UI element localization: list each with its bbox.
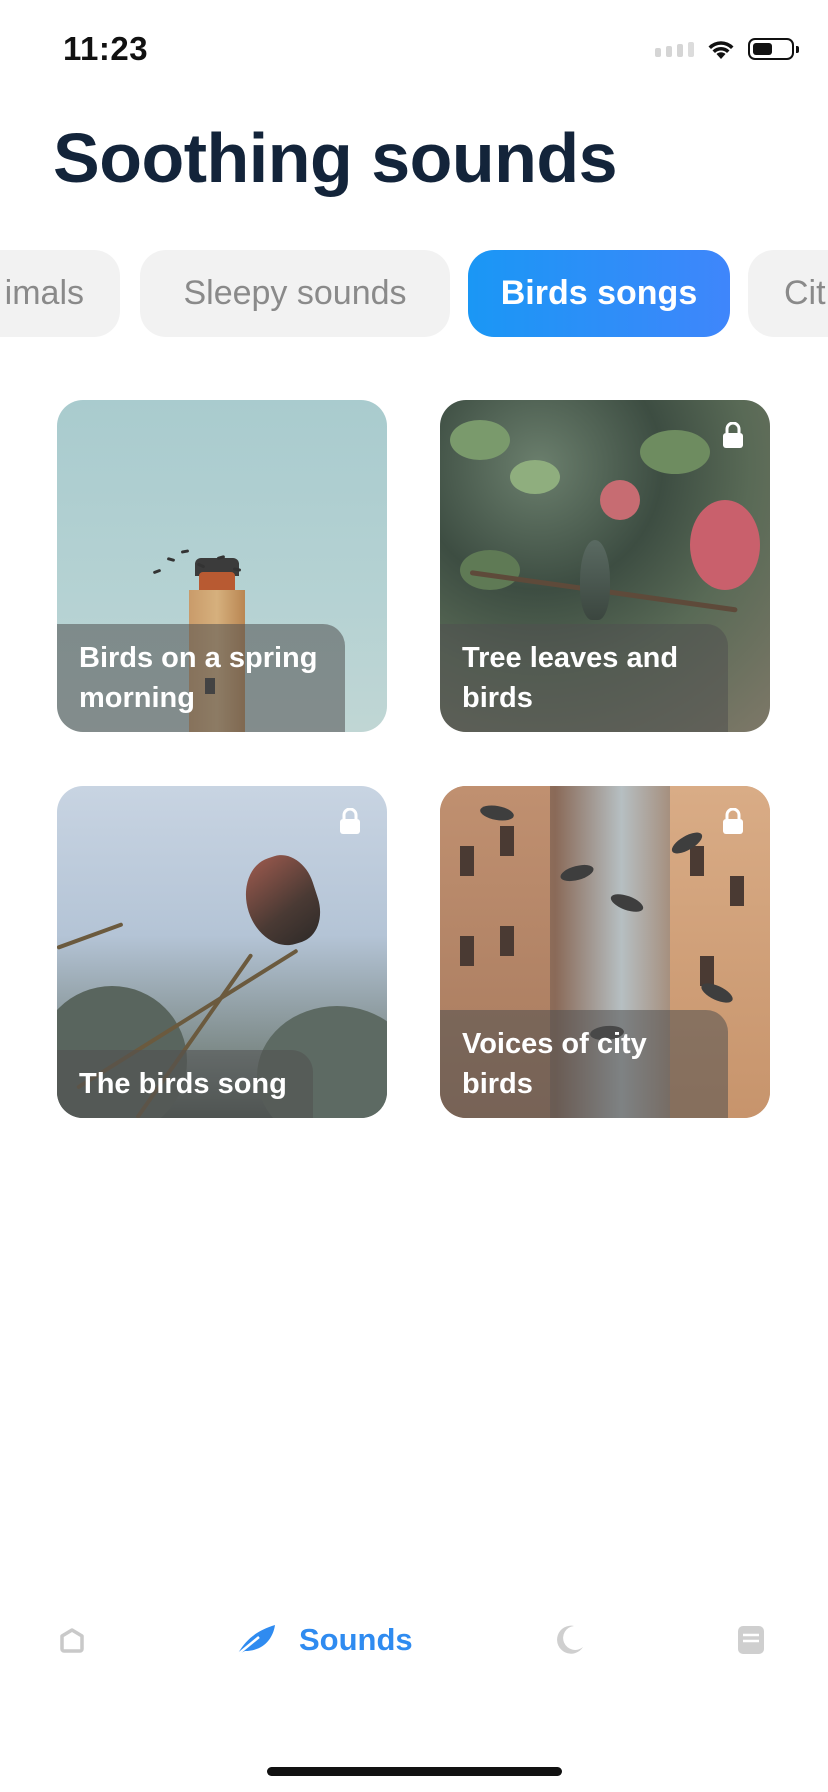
home-icon (60, 1628, 84, 1653)
status-icons (655, 34, 799, 64)
battery-icon (748, 38, 799, 60)
feather-icon (236, 1625, 275, 1656)
sound-card-title: Tree leaves and birds (440, 624, 728, 732)
status-bar: 11:23 (0, 0, 828, 100)
sound-card-title: The birds song (57, 1050, 313, 1118)
nav-home[interactable] (58, 1600, 86, 1680)
bottom-nav: Sounds (0, 1600, 828, 1680)
category-tab-sleepy-sounds[interactable]: Sleepy sounds (140, 250, 450, 337)
lock-icon (340, 808, 360, 834)
page-title: Soothing sounds (53, 119, 618, 197)
status-time: 11:23 (63, 30, 149, 67)
home-indicator[interactable] (267, 1767, 562, 1776)
sound-card-title: Voices of city birds (440, 1010, 728, 1118)
sound-card-city-birds[interactable]: Voices of city birds (440, 786, 770, 1118)
nav-journal[interactable] (736, 1600, 766, 1680)
wifi-icon (708, 41, 734, 59)
category-tab-birds-songs[interactable]: Birds songs (468, 250, 730, 337)
nav-sounds[interactable]: Sounds (235, 1600, 413, 1680)
lock-icon (723, 422, 743, 448)
category-tab-city[interactable]: Cit (748, 250, 828, 337)
nav-sounds-label: Sounds (299, 1622, 413, 1657)
moon-icon (557, 1625, 583, 1654)
lock-icon (723, 808, 743, 834)
category-tabs: imals Sleepy sounds Birds songs Cit (0, 250, 828, 337)
cellular-signal-icon (655, 41, 694, 57)
sound-card-title: Birds on a spring morning (57, 624, 345, 732)
nav-sleep[interactable] (552, 1600, 586, 1680)
journal-icon (738, 1626, 764, 1654)
sound-card-birds-song[interactable]: The birds song (57, 786, 387, 1118)
sound-card-birds-spring-morning[interactable]: Birds on a spring morning (57, 400, 387, 732)
battery-fill (753, 43, 772, 55)
category-tab-animals[interactable]: imals (0, 250, 120, 337)
sound-card-tree-leaves-birds[interactable]: Tree leaves and birds (440, 400, 770, 732)
